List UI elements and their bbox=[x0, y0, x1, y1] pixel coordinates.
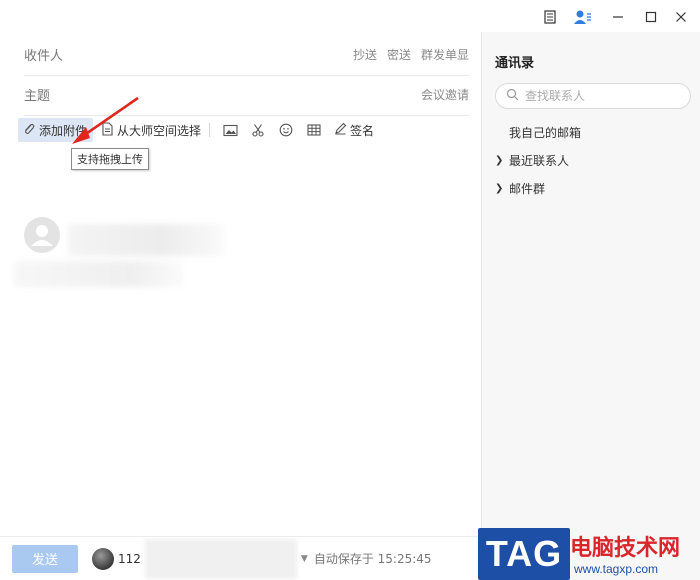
contacts-title: 通讯录 bbox=[495, 56, 535, 71]
contact-group-recent[interactable]: ❯ 最近联系人 bbox=[495, 152, 569, 169]
contacts-search[interactable] bbox=[495, 83, 691, 109]
contact-group-my-mailbox[interactable]: 我自己的邮箱 bbox=[495, 124, 581, 141]
separate-send-button[interactable]: 群发单显 bbox=[421, 46, 469, 63]
recipient-row[interactable]: 收件人 抄送 密送 群发单显 bbox=[24, 34, 469, 76]
contact-group-mail-groups[interactable]: ❯ 邮件群 bbox=[495, 180, 545, 197]
bcc-button[interactable]: 密送 bbox=[387, 46, 411, 63]
compose-bottom-bar: 发送 112 ▼ 自动保存于 15:25:45 bbox=[0, 536, 481, 580]
contacts-search-input[interactable] bbox=[525, 89, 675, 103]
chevron-right-icon[interactable]: ❯ bbox=[495, 183, 503, 194]
notepad-icon[interactable] bbox=[539, 6, 561, 28]
minimize-icon[interactable] bbox=[607, 6, 629, 28]
paperclip-icon bbox=[22, 122, 36, 139]
close-icon[interactable] bbox=[670, 6, 692, 28]
blurred-sender-name bbox=[68, 224, 224, 256]
signature-label: 签名 bbox=[350, 123, 375, 138]
watermark: TAG 电脑技术网 www.tagxp.com bbox=[478, 528, 700, 580]
chevron-right-icon[interactable]: ❯ bbox=[495, 155, 503, 166]
scissors-icon[interactable] bbox=[250, 122, 266, 138]
cc-button[interactable]: 抄送 bbox=[353, 46, 377, 63]
contacts-panel: 通讯录 我自己的邮箱 ❯ 最近联系人 ❯ 邮件群 bbox=[481, 32, 700, 580]
title-bar bbox=[0, 0, 700, 32]
maximize-icon[interactable] bbox=[640, 6, 662, 28]
table-icon[interactable] bbox=[306, 122, 322, 138]
toolbar-divider bbox=[209, 123, 211, 137]
compose-pane: 收件人 抄送 密送 群发单显 主题 会议邀请 添加附件 从大师空间选择 签名 支… bbox=[0, 32, 481, 580]
autosave-status: 自动保存于 15:25:45 bbox=[313, 552, 432, 566]
image-icon[interactable] bbox=[222, 122, 238, 138]
contact-group-label: 邮件群 bbox=[509, 182, 546, 196]
blurred-signature-line bbox=[14, 261, 184, 287]
drag-upload-tooltip: 支持拖拽上传 bbox=[71, 148, 149, 170]
contact-group-label: 我自己的邮箱 bbox=[509, 126, 582, 140]
account-name[interactable]: 112 bbox=[118, 552, 141, 566]
meeting-invite-button[interactable]: 会议邀请 bbox=[421, 86, 469, 103]
blurred-account-address bbox=[144, 538, 297, 579]
watermark-logo: TAG bbox=[478, 528, 570, 580]
avatar bbox=[24, 217, 60, 253]
contacts-toggle-icon[interactable] bbox=[572, 6, 594, 28]
watermark-url: www.tagxp.com bbox=[574, 562, 659, 576]
search-icon bbox=[506, 88, 519, 105]
chevron-down-icon[interactable]: ▼ bbox=[301, 554, 308, 564]
pen-icon bbox=[334, 122, 347, 138]
watermark-text: 电脑技术网 bbox=[570, 536, 681, 561]
recipient-label: 收件人 bbox=[24, 49, 64, 64]
send-button[interactable]: 发送 bbox=[12, 544, 78, 573]
red-annotation-arrow bbox=[72, 96, 139, 144]
subject-label: 主题 bbox=[24, 89, 51, 104]
contact-group-label: 最近联系人 bbox=[509, 154, 570, 168]
emoji-icon[interactable] bbox=[278, 122, 294, 138]
signature-button[interactable]: 签名 bbox=[334, 122, 374, 139]
account-avatar[interactable] bbox=[92, 547, 114, 570]
